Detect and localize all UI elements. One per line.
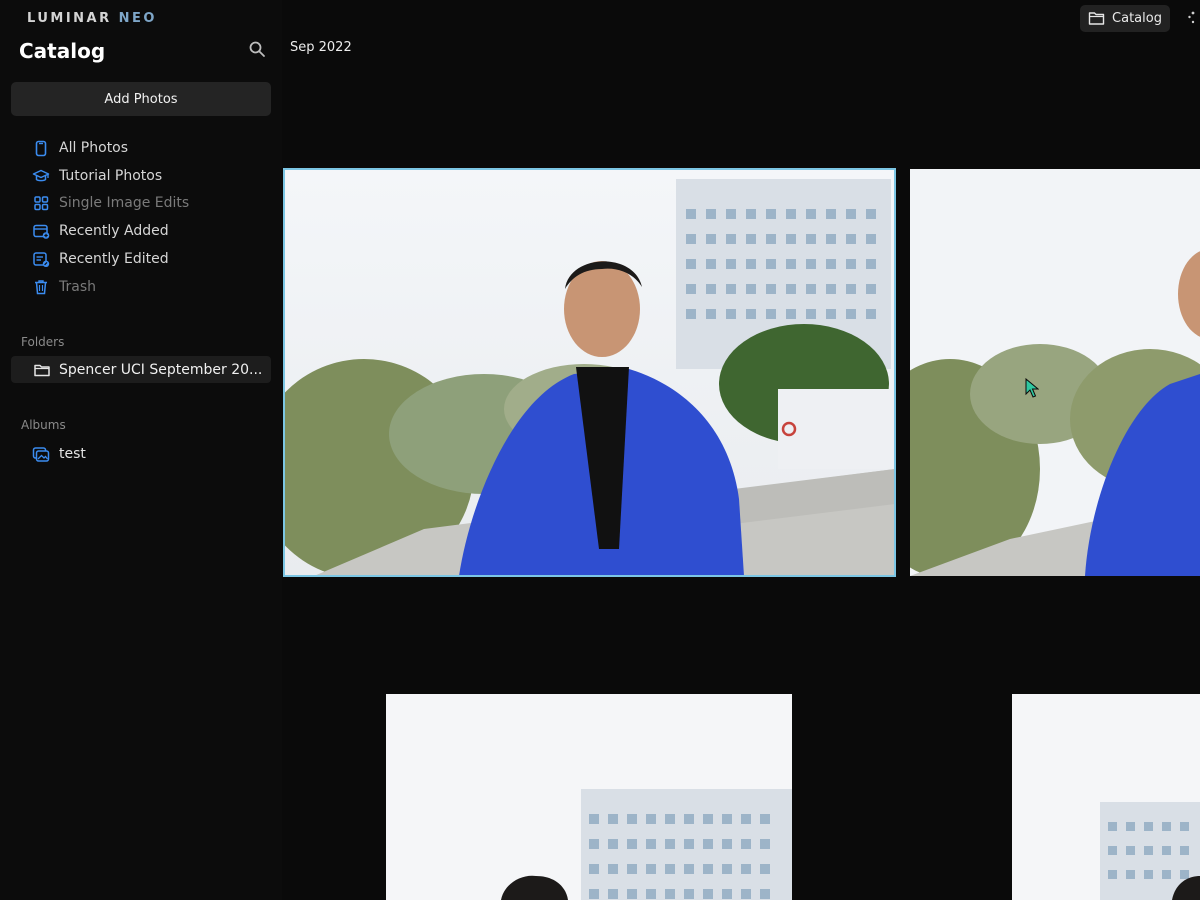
logo-wordmark-neo: NEO (118, 11, 157, 26)
add-photos-button[interactable]: Add Photos (11, 82, 271, 116)
sidebar-item-tutorial-photos[interactable]: Tutorial Photos (32, 165, 162, 187)
graduation-cap-icon (32, 167, 50, 185)
sidebar-item-label: Tutorial Photos (59, 168, 163, 184)
portrait-photo (284, 169, 895, 576)
app-logo: LUMINAR NEO (27, 11, 157, 26)
folder-item[interactable]: Spencer UCI September 20... (11, 356, 271, 383)
folder-icon (33, 361, 51, 379)
album-item[interactable]: test (32, 443, 86, 465)
sidebar-item-label: Recently Edited (59, 251, 169, 267)
catalog-button-label: Catalog (1112, 11, 1162, 26)
date-group-heading: Sep 2022 (290, 40, 352, 55)
photo-thumbnail[interactable] (283, 168, 896, 577)
photo-thumbnail[interactable] (1012, 694, 1200, 900)
sidebar-item-label: Trash (59, 279, 96, 295)
folder-label: Spencer UCI September 20... (59, 361, 263, 378)
portrait-photo (910, 169, 1200, 576)
folders-section-label: Folders (21, 335, 65, 349)
sidebar-item-single-image-edits[interactable]: Single Image Edits (32, 192, 189, 214)
edit-list-icon (32, 250, 50, 268)
catalog-button[interactable]: Catalog (1080, 5, 1170, 32)
phone-icon (32, 139, 50, 157)
folder-icon (1088, 11, 1105, 26)
grid-icon (32, 194, 50, 212)
sidebar-item-label: All Photos (59, 140, 129, 156)
portrait-photo (1012, 694, 1200, 900)
spinner-icon[interactable] (1186, 10, 1200, 26)
album-icon (32, 445, 50, 463)
photo-thumbnail[interactable] (910, 169, 1200, 576)
page-title: Catalog (19, 39, 106, 63)
calendar-add-icon (32, 222, 50, 240)
sidebar-item-recently-edited[interactable]: Recently Edited (32, 248, 169, 270)
sidebar: LUMINAR NEO Catalog Add Photos All Photo… (0, 0, 282, 900)
sidebar-item-label: Single Image Edits (59, 195, 190, 211)
sidebar-item-all-photos[interactable]: All Photos (32, 137, 128, 159)
logo-wordmark: LUMINAR (27, 11, 112, 26)
portrait-photo (386, 694, 792, 900)
album-label: test (59, 446, 86, 462)
sidebar-item-trash[interactable]: Trash (32, 276, 96, 298)
search-icon[interactable] (248, 40, 266, 58)
sidebar-item-recently-added[interactable]: Recently Added (32, 220, 169, 242)
photo-thumbnail[interactable] (386, 694, 792, 900)
luminar-neo-window: LUMINAR NEO Catalog Add Photos All Photo… (0, 0, 1200, 900)
trash-icon (32, 278, 50, 296)
sidebar-item-label: Recently Added (59, 223, 169, 239)
albums-section-label: Albums (21, 418, 66, 432)
